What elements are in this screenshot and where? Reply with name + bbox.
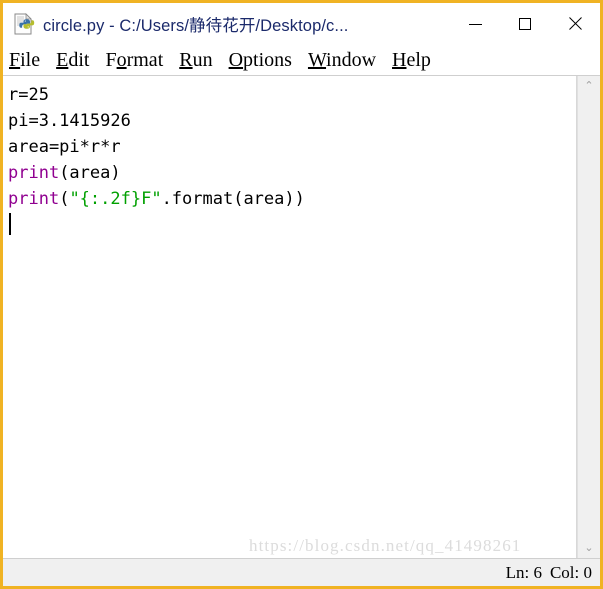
menu-accelerator: o <box>116 49 127 71</box>
code-token-plain: area=pi*r*r <box>8 137 121 157</box>
code-line: print(area) <box>8 163 121 183</box>
code-line: r=25 <box>8 85 49 105</box>
menu-accelerator: R <box>179 49 193 71</box>
maximize-button[interactable] <box>500 3 550 45</box>
menu-item-run[interactable]: Run <box>179 50 212 70</box>
scrollbar-track[interactable] <box>578 96 600 538</box>
menu-item-options[interactable]: Options <box>229 50 292 70</box>
window-title: circle.py - C:/Users/静待花开/Desktop/c... <box>43 17 349 35</box>
editor-body: r=25 pi=3.1415926 area=pi*r*r print(area… <box>3 75 600 558</box>
source-code[interactable]: r=25 pi=3.1415926 area=pi*r*r print(area… <box>8 82 576 238</box>
python-file-icon <box>13 13 35 35</box>
scroll-up-icon[interactable]: ⌃ <box>578 76 600 96</box>
menu-accelerator: W <box>307 49 327 71</box>
code-token-plain: (area) <box>59 163 121 183</box>
code-line: area=pi*r*r <box>8 137 121 157</box>
menu-accelerator: H <box>392 49 407 71</box>
code-text-area[interactable]: r=25 pi=3.1415926 area=pi*r*r print(area… <box>3 76 577 558</box>
minimize-button[interactable] <box>450 3 500 45</box>
code-token-plain: r=25 <box>8 85 49 105</box>
title-bar[interactable]: circle.py - C:/Users/静待花开/Desktop/c... <box>3 3 600 45</box>
menu-accelerator: O <box>228 49 244 71</box>
code-token-plain: ( <box>59 189 70 209</box>
code-token-builtin: print <box>8 163 60 183</box>
menu-item-file[interactable]: File <box>9 50 40 70</box>
code-line: print("{:.2f}F".format(area)) <box>8 189 305 209</box>
menu-accelerator: E <box>56 49 69 71</box>
menu-item-help[interactable]: Help <box>392 50 431 70</box>
code-token-plain: pi=3.1415926 <box>8 111 131 131</box>
close-button[interactable] <box>550 3 600 45</box>
menu-accelerator: F <box>9 49 21 71</box>
status-line-indicator: Ln: 6 <box>505 562 542 582</box>
vertical-scrollbar[interactable]: ⌃ ⌄ <box>577 76 600 558</box>
code-token-string: "{:.2f}F" <box>69 189 162 209</box>
scroll-down-icon[interactable]: ⌄ <box>578 538 600 558</box>
window-controls <box>450 3 600 45</box>
close-icon <box>567 16 583 32</box>
menu-bar: File Edit Format Run Options Window Help <box>3 45 600 75</box>
menu-item-format[interactable]: Format <box>105 50 163 70</box>
code-token-plain: .format(area)) <box>161 189 305 209</box>
text-caret <box>9 213 11 235</box>
code-line: pi=3.1415926 <box>8 111 131 131</box>
menu-item-edit[interactable]: Edit <box>56 50 89 70</box>
status-col-indicator: Col: 0 <box>549 562 592 582</box>
maximize-icon <box>519 18 531 30</box>
idle-editor-window: circle.py - C:/Users/静待花开/Desktop/c... F… <box>0 0 603 589</box>
code-line <box>8 213 11 235</box>
code-token-builtin: print <box>8 189 60 209</box>
minimize-icon <box>468 23 482 25</box>
menu-item-window[interactable]: Window <box>308 50 376 70</box>
status-bar: Ln: 6 Col: 0 <box>3 558 600 586</box>
